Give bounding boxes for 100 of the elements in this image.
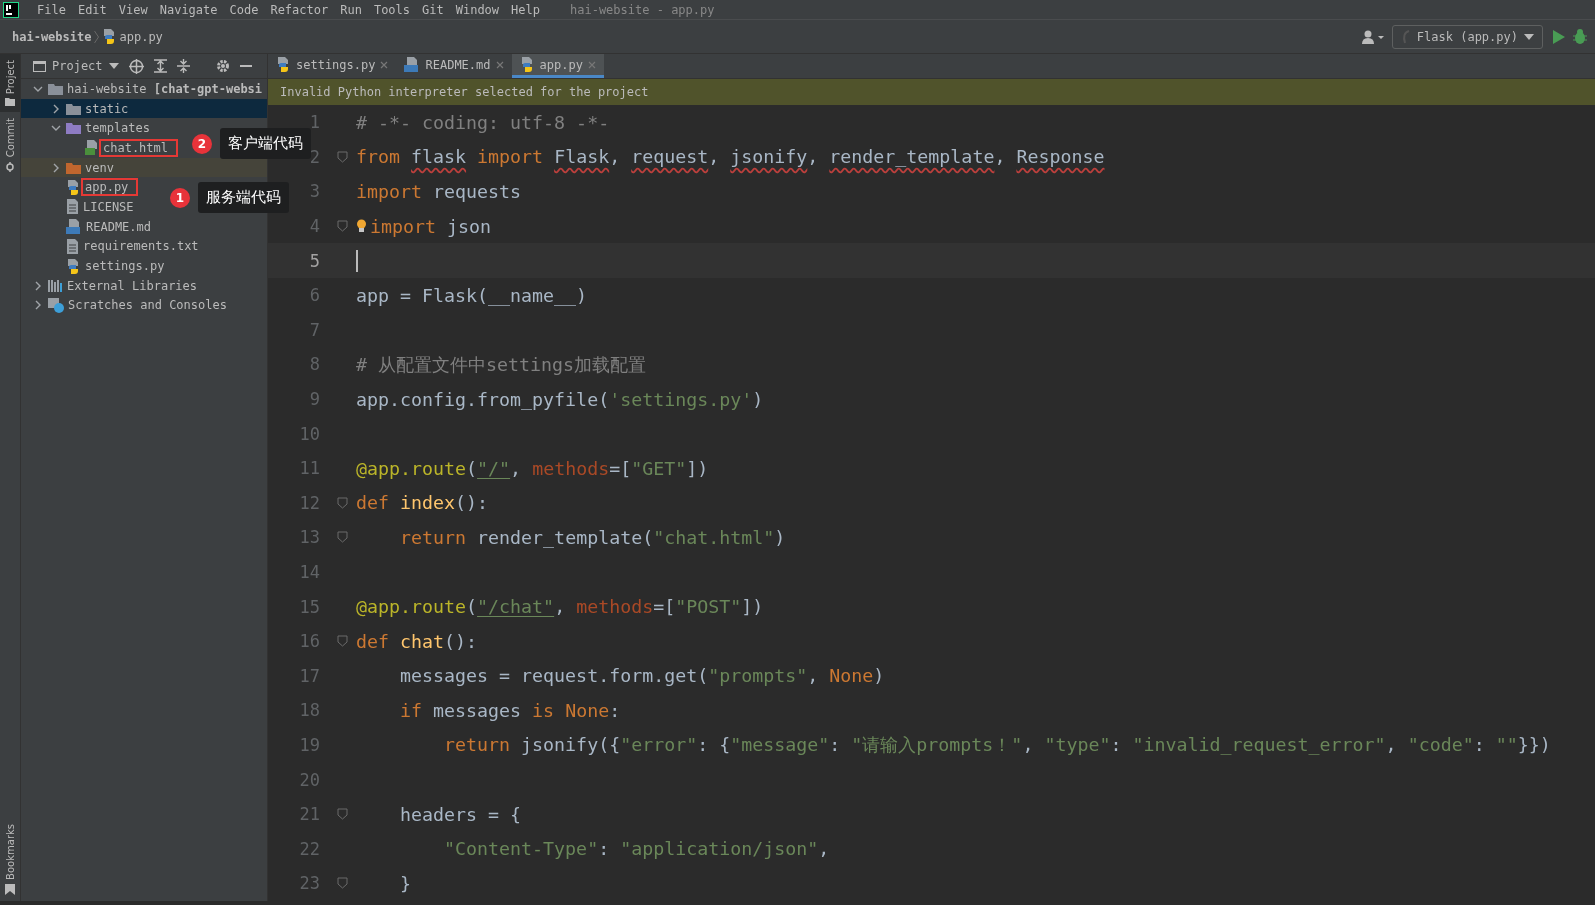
python-file-icon	[519, 57, 535, 72]
tool-window-button[interactable]: Project	[0, 54, 20, 113]
fold-marker-icon[interactable]	[336, 635, 348, 648]
tree-item[interactable]: LICENSE	[21, 197, 148, 217]
light-bulb-icon[interactable]	[356, 219, 367, 234]
run-configuration-dropdown[interactable]: Flask (app.py)	[1391, 24, 1543, 49]
locate-icon[interactable]	[128, 58, 144, 74]
breadcrumb-project[interactable]: hai-website	[12, 29, 92, 44]
tree-item-label: chat.html	[99, 138, 179, 157]
interpreter-warning-banner: Invalid Python interpreter selected for the project	[268, 79, 1595, 105]
tree-item[interactable]: templates	[21, 118, 165, 139]
python-file-icon	[66, 258, 81, 274]
caret-icon	[1524, 33, 1534, 40]
fold-marker-icon[interactable]	[336, 531, 348, 544]
editor-tab[interactable]: settings.py	[268, 54, 397, 78]
line-number: 6	[308, 285, 320, 306]
tree-item-label: requirements.txt	[82, 238, 200, 256]
menu-item[interactable]: Edit	[71, 2, 113, 17]
tree-item[interactable]: app.py	[21, 177, 143, 198]
menu-item[interactable]: Tools	[367, 2, 417, 17]
menu-item[interactable]: Help	[505, 2, 546, 17]
menu-item[interactable]: File	[31, 2, 72, 17]
folder-icon	[5, 98, 15, 107]
tool-window-button[interactable]: Commit	[0, 112, 20, 178]
code-line: def index():	[356, 492, 489, 514]
run-icon[interactable]	[1553, 29, 1565, 44]
menu-item[interactable]: Run	[334, 2, 368, 17]
code-line: app.config.from_pyfile('settings.py')	[356, 388, 764, 410]
close-icon[interactable]	[495, 60, 504, 69]
breadcrumb-separator-icon	[94, 30, 100, 43]
tool-window-button[interactable]: Bookmarks	[0, 817, 20, 901]
tree-item[interactable]: Scratches and Consoles	[21, 295, 241, 316]
editor-tab[interactable]: app.py	[511, 54, 604, 78]
code-line: @app.route("/", methods=["GET"])	[356, 457, 709, 479]
fold-marker-icon[interactable]	[336, 496, 348, 509]
tree-item-label: app.py	[81, 178, 139, 197]
fold-marker-icon[interactable]	[336, 808, 348, 821]
line-number: 1	[308, 112, 320, 133]
menu-item[interactable]: Code	[223, 2, 265, 17]
text-cursor	[356, 249, 358, 272]
breadcrumb-file[interactable]: app.py	[102, 29, 163, 44]
line-number: 7	[308, 319, 320, 340]
window-title: hai-website - app.py	[570, 2, 715, 17]
menu-item[interactable]: Git	[416, 2, 450, 17]
tree-item[interactable]: chat.html	[21, 138, 183, 158]
line-number: 8	[308, 354, 320, 375]
minimize-icon[interactable]	[239, 64, 252, 68]
tree-item[interactable]: settings.py	[21, 256, 179, 276]
tree-item[interactable]: External Libraries	[21, 275, 212, 296]
tree-item[interactable]: venv	[21, 157, 267, 178]
settings-icon[interactable]	[215, 59, 230, 73]
code-line: # 从配置文件中settings加载配置	[356, 352, 647, 377]
line-number: 10	[298, 423, 320, 444]
fold-marker-icon[interactable]	[336, 150, 348, 163]
caret-icon	[108, 63, 119, 69]
line-number: 19	[298, 735, 320, 755]
fold-marker-icon[interactable]	[336, 220, 348, 233]
libraries-icon	[48, 279, 63, 293]
code-line: headers = {	[399, 803, 522, 825]
line-number: 16	[298, 631, 320, 652]
close-icon[interactable]	[380, 60, 389, 69]
line-number: 4	[308, 216, 320, 237]
commit-icon	[5, 161, 15, 172]
fold-marker-icon[interactable]	[336, 877, 348, 890]
tree-item[interactable]: requirements.txt	[21, 236, 213, 257]
code-line: def chat():	[356, 630, 478, 652]
tree-item-label: External Libraries	[66, 277, 199, 295]
code-line: if messages is None:	[399, 699, 621, 721]
tree-item-label: settings.py	[84, 258, 166, 276]
menu-item[interactable]: Window	[449, 2, 506, 17]
line-number: 14	[298, 562, 320, 582]
folder-icon	[66, 122, 81, 135]
line-number: 22	[298, 838, 320, 859]
text-file-icon	[66, 238, 79, 254]
tree-item-label: templates	[84, 120, 152, 138]
tree-item[interactable]: static	[21, 98, 267, 119]
project-view-dropdown[interactable]: Project	[33, 59, 119, 73]
tree-item-label: Scratches and Consoles	[67, 297, 228, 315]
markdown-file-icon	[66, 219, 82, 235]
line-number: 13	[298, 527, 320, 548]
expand-all-icon[interactable]	[153, 59, 167, 73]
line-number: 21	[298, 804, 320, 825]
collapse-all-icon[interactable]	[176, 59, 190, 73]
code-line: @app.route("/chat", methods=["POST"])	[356, 596, 764, 618]
line-number: 5	[308, 250, 320, 271]
tree-item-label: README.md	[85, 218, 153, 236]
tree-item-label: LICENSE	[82, 198, 135, 216]
scratches-icon	[48, 297, 64, 313]
menu-item[interactable]: Navigate	[153, 2, 224, 17]
menu-item[interactable]: View	[112, 2, 154, 17]
line-number: 12	[298, 492, 320, 513]
line-number: 2	[308, 146, 320, 167]
user-icon[interactable]	[1361, 29, 1384, 44]
python-file-icon	[66, 179, 81, 195]
tree-item[interactable]: README.md	[21, 216, 166, 237]
tree-item[interactable]: hai-website [chat-gpt-websi	[21, 79, 267, 99]
debug-icon[interactable]	[1573, 29, 1587, 44]
editor-tab[interactable]: README.md	[396, 54, 512, 78]
menu-item[interactable]: Refactor	[264, 2, 335, 17]
project-icon	[33, 60, 46, 72]
